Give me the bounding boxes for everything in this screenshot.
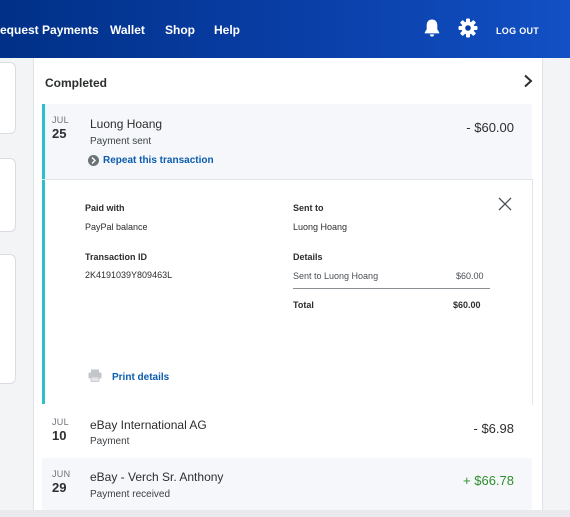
sent-to-value: Luong Hoang <box>293 222 348 232</box>
transaction-type: Payment <box>90 436 130 447</box>
line-item-amount: $60.00 <box>456 271 484 281</box>
chevron-circle-icon <box>88 155 99 166</box>
row-accent-bar <box>42 104 45 179</box>
paid-with-label: Paid with <box>85 203 125 213</box>
gear-icon[interactable] <box>458 18 478 43</box>
logout-button[interactable]: LOG OUT <box>496 26 539 36</box>
close-icon[interactable] <box>498 197 512 216</box>
transaction-name: Luong Hoang <box>90 117 163 131</box>
left-card-stub <box>0 62 16 134</box>
total-label: Total <box>293 300 314 310</box>
details-label: Details <box>293 252 323 262</box>
transaction-amount: + $66.78 <box>463 473 514 488</box>
print-details-link[interactable]: Print details <box>88 369 169 385</box>
bell-icon[interactable] <box>423 18 441 43</box>
transaction-name: eBay - Verch Sr. Anthony <box>90 470 224 484</box>
transaction-month: JUL <box>52 417 69 427</box>
repeat-transaction-link[interactable]: Repeat this transaction <box>88 155 214 166</box>
nav-shop[interactable]: Shop <box>165 23 195 37</box>
transaction-type: Payment received <box>90 489 171 500</box>
printer-icon <box>88 369 102 385</box>
transaction-day: 29 <box>52 480 67 495</box>
total-amount: $60.00 <box>453 300 481 310</box>
paid-with-value: PayPal balance <box>85 222 148 232</box>
transaction-month: JUL <box>52 115 69 125</box>
line-item-label: Sent to Luong Hoang <box>293 271 379 281</box>
chevron-right-icon[interactable] <box>523 74 533 93</box>
activity-card: Completed JUL 25 Luong Hoang Payment sen… <box>33 58 543 517</box>
left-card-stub <box>0 254 16 384</box>
transaction-amount: - $60.00 <box>466 120 514 135</box>
transaction-month: JUN <box>52 469 71 479</box>
top-nav-bar: equest Payments Wallet Shop Help LOG OUT <box>0 0 570 58</box>
details-accent-bar <box>42 180 45 404</box>
nav-wallet[interactable]: Wallet <box>110 23 145 37</box>
left-card-stub <box>0 158 16 232</box>
transaction-day: 25 <box>52 126 67 141</box>
transaction-day: 10 <box>52 428 67 443</box>
transaction-row[interactable]: JUL 25 Luong Hoang Payment sent - $60.00… <box>42 104 532 179</box>
section-title: Completed <box>45 76 108 90</box>
transaction-amount: - $6.98 <box>473 421 514 436</box>
nav-help[interactable]: Help <box>214 23 240 37</box>
bottom-scroll-edge <box>0 510 570 517</box>
transaction-row[interactable]: JUN 29 eBay - Verch Sr. Anthony Payment … <box>42 458 532 510</box>
print-details-label: Print details <box>112 371 170 383</box>
transaction-id-label: Transaction ID <box>85 252 148 262</box>
transaction-name: eBay International AG <box>90 418 207 432</box>
repeat-transaction-label: Repeat this transaction <box>103 155 214 166</box>
transaction-id-value: 2K4191039Y809463L <box>85 270 173 280</box>
transaction-details-panel: Paid with PayPal balance Transaction ID … <box>42 179 533 405</box>
transaction-row[interactable]: JUL 10 eBay International AG Payment - $… <box>42 404 532 457</box>
nav-request-payments[interactable]: equest Payments <box>0 23 99 37</box>
sent-to-label: Sent to <box>293 203 324 213</box>
details-divider <box>293 288 490 289</box>
transaction-type: Payment sent <box>90 136 152 147</box>
